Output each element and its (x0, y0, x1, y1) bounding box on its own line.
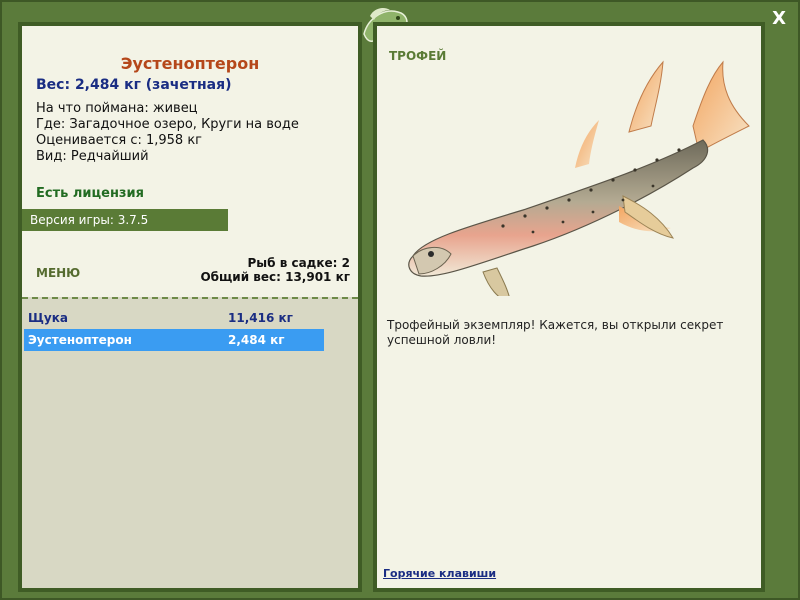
list-item-weight: 2,484 кг (228, 333, 285, 347)
cage-total-weight: Общий вес: 13,901 кг (200, 270, 350, 284)
list-item-name: Эустеноптерон (28, 333, 132, 347)
trophy-panel-inner: ТРОФЕЙ Трофейный экземпляр! Кажется, вы … (377, 26, 761, 588)
game-version: Версия игры: 3.7.5 (22, 209, 228, 231)
list-item[interactable]: Щука 11,416 кг (24, 307, 324, 329)
hotkeys-link[interactable]: Горячие клавиши (383, 567, 496, 580)
close-button[interactable]: X (772, 8, 786, 29)
fish-info-panel: Эустеноптерон Вес: 2,484 кг (зачетная) Н… (18, 22, 362, 592)
cage-fish-list: Щука 11,416 кг Эустеноптерон 2,484 кг (22, 297, 358, 588)
caught-with: На что поймана: живец (36, 101, 198, 116)
valued-from: Оценивается с: 1,958 кг (36, 133, 203, 148)
list-item-selected[interactable]: Эустеноптерон 2,484 кг (24, 329, 324, 351)
catch-location: Где: Загадочное озеро, Круги на воде (36, 117, 299, 132)
list-item-name: Щука (28, 311, 68, 325)
trophy-panel: ТРОФЕЙ Трофейный экземпляр! Кажется, вы … (373, 22, 765, 592)
game-window: X Эустеноптерон Вес: 2,484 кг (зачетная)… (0, 0, 800, 600)
list-item-weight: 11,416 кг (228, 311, 293, 325)
menu-button[interactable]: МЕНЮ (36, 266, 80, 280)
trophy-description: Трофейный экземпляр! Кажется, вы открыли… (387, 318, 724, 347)
fish-info-panel-inner: Эустеноптерон Вес: 2,484 кг (зачетная) Н… (22, 26, 358, 588)
fish-name: Эустеноптерон (120, 54, 260, 73)
fish-kind: Вид: Редчайший (36, 149, 149, 164)
license-status: Есть лицензия (36, 186, 144, 201)
cage-fish-count: Рыб в садке: 2 (247, 256, 351, 270)
fish-image (408, 60, 750, 296)
fish-weight: Вес: 2,484 кг (зачетная) (36, 77, 232, 93)
